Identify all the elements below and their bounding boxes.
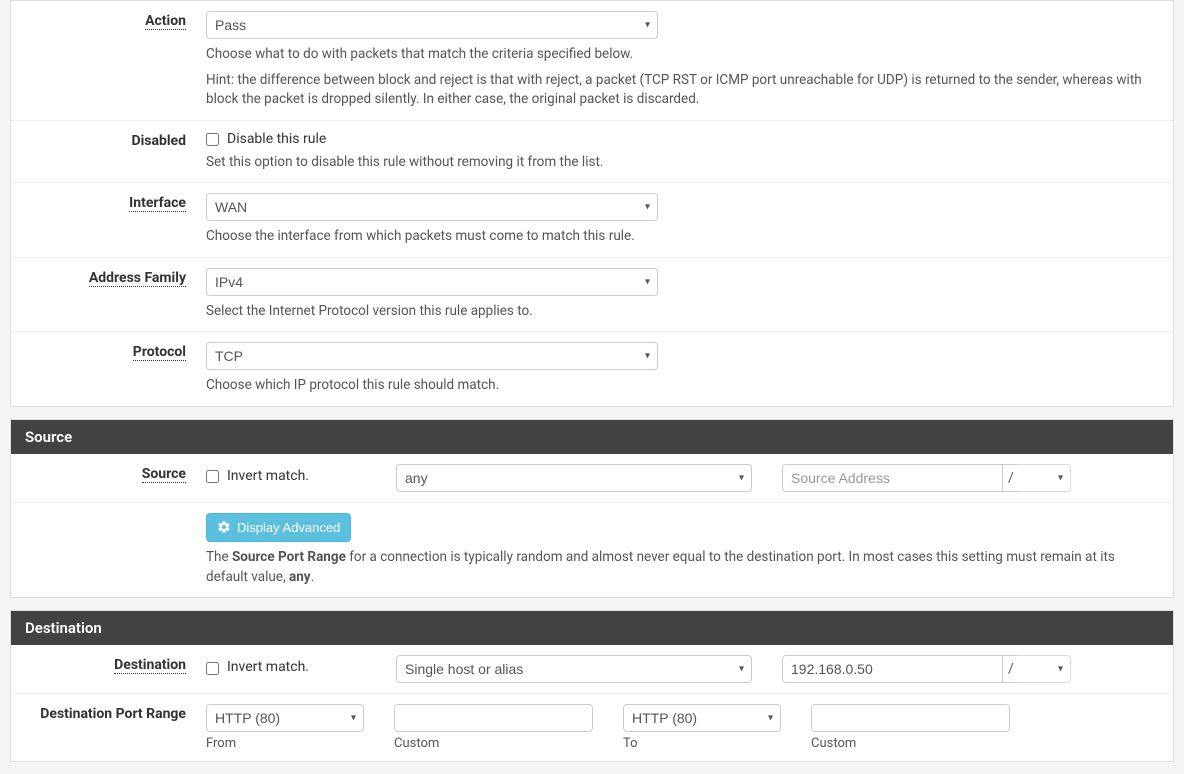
slash-separator: / <box>1003 464 1018 492</box>
source-type-select[interactable]: any <box>396 464 752 492</box>
display-advanced-button[interactable]: Display Advanced <box>206 513 351 542</box>
disabled-checkbox-label: Disable this rule <box>227 131 326 147</box>
source-header: Source <box>11 420 1173 454</box>
sub-custom-to: Custom <box>811 736 1010 751</box>
label-source: Source <box>11 464 206 492</box>
source-advanced-help: The Source Port Range for a connection i… <box>206 548 1158 587</box>
label-action: Action <box>11 11 206 110</box>
display-advanced-label: Display Advanced <box>237 520 340 535</box>
label-interface: Interface <box>11 193 206 247</box>
label-disabled: Disabled <box>11 131 206 173</box>
source-mask-select[interactable] <box>1018 464 1071 492</box>
destination-invert-label: Invert match. <box>227 659 309 675</box>
label-destination-port-range: Destination Port Range <box>11 704 206 751</box>
row-source: Source Invert match. any / <box>11 454 1173 503</box>
dest-port-from-select[interactable]: HTTP (80) <box>206 704 364 732</box>
address-family-help: Select the Internet Protocol version thi… <box>206 302 1158 322</box>
destination-type-select[interactable]: Single host or alias <box>396 655 752 683</box>
protocol-help: Choose which IP protocol this rule shoul… <box>206 376 1158 396</box>
label-protocol: Protocol <box>11 342 206 396</box>
source-panel: Source Source Invert match. any / <box>10 419 1174 598</box>
general-panel: Action Pass Choose what to do with packe… <box>10 0 1174 407</box>
disabled-help: Set this option to disable this rule wit… <box>206 153 1158 173</box>
address-family-select[interactable]: IPv4 <box>206 268 658 296</box>
disabled-checkbox[interactable] <box>206 133 219 146</box>
row-protocol: Protocol TCP Choose which IP protocol th… <box>11 332 1173 406</box>
row-disabled: Disabled Disable this rule Set this opti… <box>11 121 1173 184</box>
sub-custom-from: Custom <box>394 736 593 751</box>
destination-header: Destination <box>11 611 1173 645</box>
source-invert-checkbox[interactable] <box>206 470 219 483</box>
dest-port-to-select[interactable]: HTTP (80) <box>623 704 781 732</box>
action-help1: Choose what to do with packets that matc… <box>206 45 1158 65</box>
interface-select[interactable]: WAN <box>206 193 658 221</box>
row-action: Action Pass Choose what to do with packe… <box>11 1 1173 121</box>
sub-to: To <box>623 736 781 751</box>
destination-panel: Destination Destination Invert match. Si… <box>10 610 1174 762</box>
source-address-input[interactable] <box>782 464 1003 492</box>
destination-invert-checkbox[interactable] <box>206 662 219 675</box>
row-address-family: Address Family IPv4 Select the Internet … <box>11 258 1173 333</box>
row-destination-port-range: Destination Port Range HTTP (80) From Cu… <box>11 694 1173 761</box>
dest-port-from-custom-input[interactable] <box>394 704 593 732</box>
action-help2: Hint: the difference between block and r… <box>206 71 1158 110</box>
interface-help: Choose the interface from which packets … <box>206 227 1158 247</box>
row-interface: Interface WAN Choose the interface from … <box>11 183 1173 258</box>
row-source-advanced: Display Advanced The Source Port Range f… <box>11 503 1173 597</box>
destination-address-input[interactable] <box>782 655 1003 683</box>
destination-mask-select[interactable] <box>1018 655 1071 683</box>
label-address-family: Address Family <box>11 268 206 322</box>
dest-port-to-custom-input[interactable] <box>811 704 1010 732</box>
label-destination: Destination <box>11 655 206 683</box>
protocol-select[interactable]: TCP <box>206 342 658 370</box>
slash-separator: / <box>1003 655 1018 683</box>
gear-icon <box>217 520 231 534</box>
row-destination: Destination Invert match. Single host or… <box>11 645 1173 694</box>
sub-from: From <box>206 736 364 751</box>
source-invert-label: Invert match. <box>227 468 309 484</box>
action-select[interactable]: Pass <box>206 11 658 39</box>
